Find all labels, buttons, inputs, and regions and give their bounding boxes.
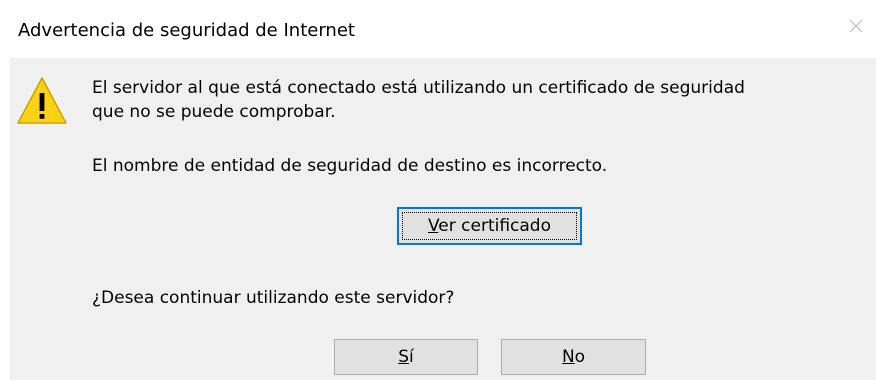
yes-button[interactable]: Sí: [334, 339, 478, 375]
yes-label: Sí: [398, 347, 414, 367]
close-icon: [849, 19, 863, 33]
question-text: ¿Desea continuar utilizando este servido…: [92, 288, 455, 308]
close-button[interactable]: [836, 8, 876, 44]
dialog-content: El servidor al que está conectado está u…: [10, 58, 876, 380]
no-label: No: [561, 347, 586, 367]
detail-text: El nombre de entidad de seguridad de des…: [92, 156, 608, 176]
message-line-1: El servidor al que está conectado está u…: [92, 78, 745, 98]
message-line-2: que no se puede comprobar.: [92, 102, 336, 122]
view-certificate-label: Ver certificado: [427, 216, 551, 236]
security-warning-dialog: Advertencia de seguridad de Internet El …: [0, 0, 876, 380]
view-certificate-button[interactable]: Ver certificado: [397, 207, 582, 245]
no-button[interactable]: No: [501, 339, 646, 375]
warning-triangle-icon: [17, 77, 67, 124]
dialog-title: Advertencia de seguridad de Internet: [18, 20, 355, 41]
title-bar: Advertencia de seguridad de Internet: [0, 0, 876, 58]
